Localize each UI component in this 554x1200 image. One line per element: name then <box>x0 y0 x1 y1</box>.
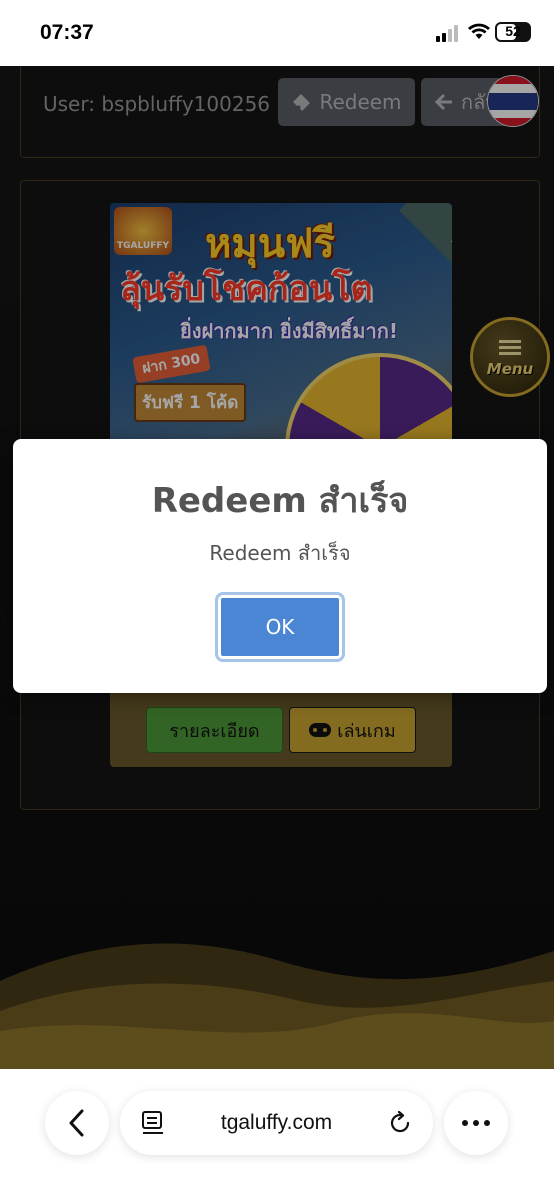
menu-button[interactable]: Menu <box>470 317 550 397</box>
user-label: User: bspbluffy100256 <box>43 92 271 116</box>
play-game-label: เล่นเกม <box>337 720 396 742</box>
battery-icon: 52 <box>495 22 531 42</box>
banner-subtitle: ลุ้นรับโชคก้อนโต <box>120 269 373 309</box>
dialog-title: Redeem สำเร็จ <box>151 481 409 521</box>
url-text: tgaluffy.com <box>220 1111 333 1134</box>
banner-tagline: ยิ่งฝากมาก ยิ่งมีสิทธิ์มาก! <box>180 319 398 343</box>
hamburger-icon <box>499 337 521 358</box>
redeem-button-label: Redeem <box>319 90 402 114</box>
wifi-icon <box>468 23 490 39</box>
promotion-banner[interactable]: TGALUFFY หมุนฟรี ลุ้นรับโชคก้อนโต ยิ่งฝา… <box>110 203 452 465</box>
ticket-icon <box>293 94 311 111</box>
tgaluffy-logo: TGALUFFY <box>114 207 172 255</box>
status-time: 07:37 <box>40 21 94 44</box>
signal-icon <box>436 24 462 42</box>
reload-icon[interactable] <box>388 1111 412 1135</box>
ok-button[interactable]: OK <box>218 595 342 659</box>
banner-deposit-tag: ฝาก 300 <box>132 344 211 384</box>
rights-ribbon: 1 สิทธิ์ <box>399 203 452 324</box>
status-bar: 07:37 52 <box>0 0 554 66</box>
dialog-message: Redeem สำเร็จ <box>209 541 351 565</box>
menu-label: Menu <box>486 359 534 378</box>
decorative-waves <box>0 943 554 1069</box>
browser-toolbar: tgaluffy.com <box>0 1069 554 1200</box>
redeem-button[interactable]: Redeem <box>278 78 415 126</box>
banner-free-code-sign: รับฟรี 1 โค้ด <box>134 383 247 422</box>
card-actions: รายละเอียด เล่นเกม <box>110 691 452 767</box>
browser-back-button[interactable] <box>45 1091 109 1155</box>
arrow-left-icon <box>435 93 452 111</box>
battery-level: 52 <box>505 23 521 39</box>
play-game-button[interactable]: เล่นเกม <box>289 707 416 753</box>
address-bar[interactable]: tgaluffy.com <box>120 1091 433 1155</box>
chevron-left-icon <box>69 1109 84 1137</box>
more-options-button[interactable] <box>444 1091 508 1155</box>
user-bar: User: bspbluffy100256 Redeem กลับ <box>20 66 540 158</box>
success-dialog: Redeem สำเร็จ Redeem สำเร็จ OK <box>13 439 547 693</box>
gamepad-icon <box>309 723 332 737</box>
thai-flag-icon[interactable] <box>487 75 539 127</box>
details-button[interactable]: รายละเอียด <box>146 707 283 753</box>
